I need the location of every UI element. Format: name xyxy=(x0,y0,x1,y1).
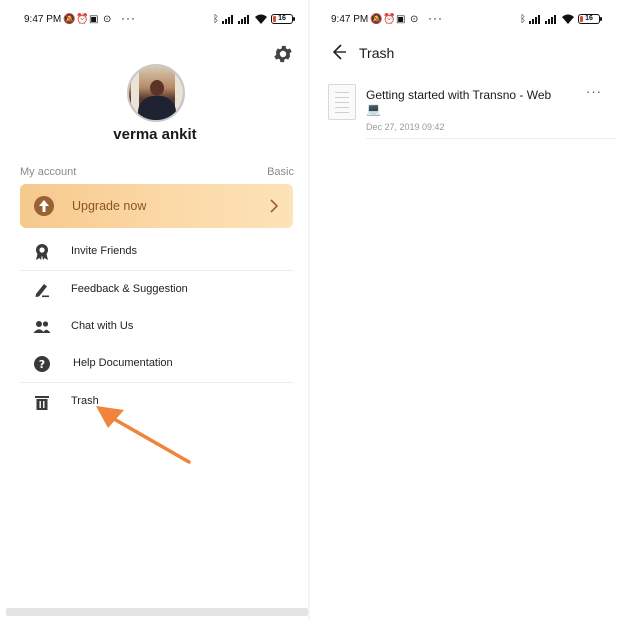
menu-item-label: Help Documentation xyxy=(73,357,173,369)
note-title: Getting started with Transno - Web 💻 xyxy=(366,88,552,116)
gesture-bar xyxy=(6,608,308,616)
trash-screen: 9:47 PM 🔕 ⏰ ▣ ⊙ ··· ᛒ 16 Trash Getting s… xyxy=(310,0,620,620)
menu-item-label: Feedback & Suggestion xyxy=(71,283,188,295)
image-icon: ▣ xyxy=(89,14,99,25)
status-bar: 9:47 PM 🔕 ⏰ ▣ ⊙ ··· ᛒ 16 xyxy=(310,11,620,28)
mute-icon: 🔕 xyxy=(63,14,76,25)
menu-item-label: Chat with Us xyxy=(71,320,134,332)
profile-screen: 9:47 PM 🔕 ⏰ ▣ ⊙ ··· ᛒ 16 verma ankit My … xyxy=(0,0,310,620)
list-item[interactable]: Getting started with Transno - Web 💻 Dec… xyxy=(328,84,618,140)
menu-item-invite-friends[interactable]: Invite Friends xyxy=(20,233,293,270)
annotation-arrow xyxy=(96,406,191,464)
page-title: Trash xyxy=(359,45,395,61)
award-icon xyxy=(36,244,48,260)
account-label: My account xyxy=(20,166,77,178)
menu-item-label: Invite Friends xyxy=(71,245,138,257)
chevron-right-icon xyxy=(270,199,279,213)
note-date: Dec 27, 2019 09:42 xyxy=(366,122,445,132)
menu-item-feedback[interactable]: Feedback & Suggestion xyxy=(20,271,293,308)
status-bar: 9:47 PM 🔕 ⏰ ▣ ⊙ ··· ᛒ 16 xyxy=(0,11,310,28)
location-icon: ⊙ xyxy=(410,14,419,25)
signal-icon xyxy=(529,15,543,24)
bluetooth-icon: ᛒ xyxy=(213,14,219,25)
wifi-icon xyxy=(562,14,574,24)
avatar[interactable] xyxy=(127,64,185,122)
upgrade-label: Upgrade now xyxy=(72,199,147,213)
battery-icon: 16 xyxy=(271,14,295,24)
location-icon: ⊙ xyxy=(103,14,112,25)
mute-icon: 🔕 xyxy=(370,14,383,25)
signal-icon xyxy=(222,15,236,24)
upgrade-arrow-icon xyxy=(34,196,54,216)
help-icon: ? xyxy=(34,356,50,372)
settings-gear-icon[interactable] xyxy=(272,43,294,65)
back-arrow-icon[interactable] xyxy=(330,43,348,61)
svg-text:?: ? xyxy=(39,358,45,371)
menu-item-help[interactable]: ? Help Documentation xyxy=(20,345,293,382)
signal-icon-2 xyxy=(545,15,559,24)
status-time: 9:47 PM xyxy=(331,14,369,25)
notifications-more-icon: ··· xyxy=(121,11,136,25)
profile-name: verma ankit xyxy=(113,126,197,143)
document-icon xyxy=(328,84,356,120)
menu-item-chat[interactable]: Chat with Us xyxy=(20,308,293,345)
bluetooth-icon: ᛒ xyxy=(520,14,526,25)
image-icon: ▣ xyxy=(396,14,406,25)
status-time: 9:47 PM xyxy=(24,14,62,25)
people-icon xyxy=(33,321,51,333)
alarm-icon: ⏰ xyxy=(383,14,396,25)
alarm-icon: ⏰ xyxy=(76,14,89,25)
more-options-icon[interactable]: ··· xyxy=(586,84,602,99)
trash-icon xyxy=(35,396,49,410)
notifications-more-icon: ··· xyxy=(428,11,443,25)
pen-icon xyxy=(35,284,49,298)
signal-icon-2 xyxy=(238,15,252,24)
menu-list: Invite Friends Feedback & Suggestion Cha… xyxy=(20,233,293,420)
battery-icon: 16 xyxy=(578,14,602,24)
account-tier: Basic xyxy=(267,166,294,178)
upgrade-button[interactable]: Upgrade now xyxy=(20,184,293,228)
wifi-icon xyxy=(255,14,267,24)
